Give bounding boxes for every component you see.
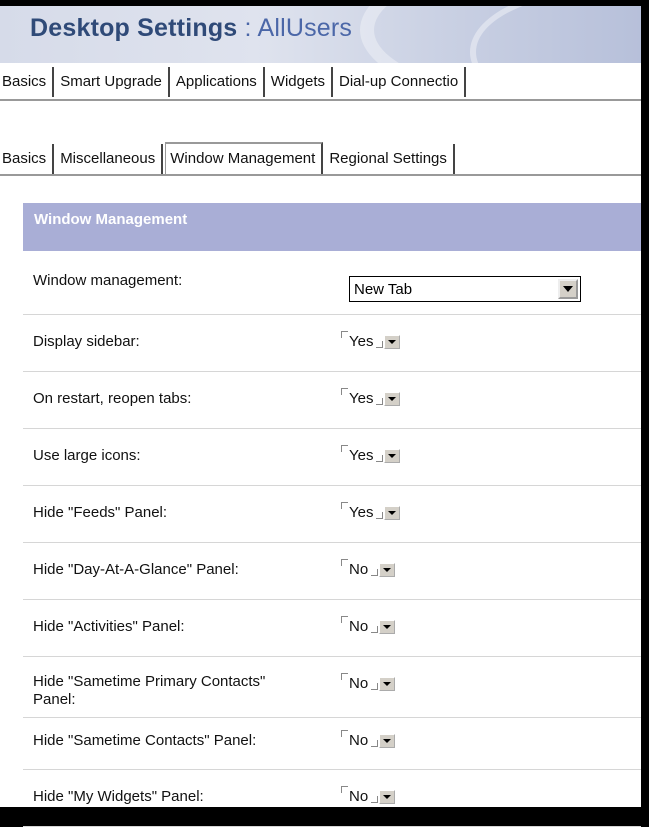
chevron-down-icon[interactable] (379, 677, 396, 692)
banner-swoosh (470, 6, 641, 63)
window-management-select[interactable]: New Tab (349, 276, 581, 302)
banner-subtitle: AllUsers (257, 14, 353, 42)
chevron-down-icon[interactable] (379, 620, 396, 635)
select-value: Yes (349, 504, 374, 521)
chevron-down-icon[interactable] (384, 449, 401, 464)
field-label: On restart, reopen tabs: (33, 390, 192, 407)
select-value: No (349, 732, 369, 749)
desktop-settings-page: Desktop Settings : AllUsers Basics Smart … (0, 0, 649, 827)
chevron-down-icon[interactable] (379, 790, 396, 805)
display-sidebar-select[interactable]: Yes (341, 331, 401, 351)
select-value: No (349, 618, 369, 635)
hide-sametime-primary-contacts-select[interactable]: No (341, 673, 396, 693)
tab-smart-upgrade[interactable]: Smart Upgrade (56, 67, 170, 97)
field-label: Hide "Sametime Contacts" Panel: (33, 732, 257, 749)
reopen-tabs-select[interactable]: Yes (341, 388, 401, 408)
hide-my-widgets-select[interactable]: No (341, 786, 396, 806)
field-label: Hide "Day-At-A-Glance" Panel: (33, 561, 239, 578)
select-value: No (349, 788, 369, 805)
field-label: Hide "Activities" Panel: (33, 618, 185, 635)
chevron-down-icon[interactable] (379, 734, 396, 749)
select-value: Yes (349, 390, 374, 407)
form-row: Hide "Feeds" Panel: Yes (23, 486, 641, 543)
primary-tab-bar: Basics Smart Upgrade Applications Widgets Di… (0, 67, 641, 101)
select-value: Yes (349, 333, 374, 350)
hide-day-at-a-glance-select[interactable]: No (341, 559, 396, 579)
settings-form: Window management: New Tab Display sideb… (23, 258, 641, 827)
tab-dialup-connection[interactable]: Dial-up Connectio (335, 67, 467, 97)
banner-title: Desktop Settings (30, 14, 238, 42)
tab-widgets[interactable]: Widgets (267, 67, 333, 97)
field-label: Use large icons: (33, 447, 141, 464)
form-row: On restart, reopen tabs: Yes (23, 372, 641, 429)
field-label: Hide "My Widgets" Panel: (33, 788, 204, 805)
form-row: Hide "Sametime Contacts" Panel: No (23, 718, 641, 770)
form-row: Window management: New Tab (23, 258, 641, 315)
tab-basics[interactable]: Basics (0, 67, 55, 97)
select-value: No (349, 675, 369, 692)
field-label: Hide "Sametime Primary Contacts" Panel: (33, 673, 266, 708)
banner-separator: : (237, 14, 258, 42)
form-row: Hide "Day-At-A-Glance" Panel: No (23, 543, 641, 600)
form-row: Display sidebar: Yes (23, 315, 641, 372)
form-row: Hide "My Widgets" Panel: No (23, 770, 641, 827)
hide-sametime-contacts-select[interactable]: No (341, 730, 396, 750)
select-value: New Tab (354, 281, 413, 298)
select-value: Yes (349, 447, 374, 464)
subtab-miscellaneous[interactable]: Miscellaneous (56, 144, 164, 174)
chevron-down-icon[interactable] (379, 563, 396, 578)
chevron-down-icon[interactable] (384, 335, 401, 350)
large-icons-select[interactable]: Yes (341, 445, 401, 465)
field-label: Hide "Feeds" Panel: (33, 504, 168, 521)
right-edge (641, 0, 649, 807)
tab-applications[interactable]: Applications (172, 67, 265, 97)
select-value: No (349, 561, 369, 578)
section-header: Window Management (23, 203, 641, 251)
form-row: Use large icons: Yes (23, 429, 641, 486)
chevron-down-icon[interactable] (558, 279, 578, 299)
banner: Desktop Settings : AllUsers (0, 6, 641, 63)
form-row: Hide "Sametime Primary Contacts" Panel: … (23, 657, 641, 718)
hide-feeds-select[interactable]: Yes (341, 502, 401, 522)
subtab-regional-settings[interactable]: Regional Settings (325, 144, 455, 174)
chevron-down-icon[interactable] (384, 506, 401, 521)
field-label: Display sidebar: (33, 333, 140, 350)
page-title: Desktop Settings : AllUsers (30, 14, 352, 43)
field-label: Window management: (33, 272, 183, 289)
hide-activities-select[interactable]: No (341, 616, 396, 636)
form-row: Hide "Activities" Panel: No (23, 600, 641, 657)
secondary-tab-bar: Basics Miscellaneous Window Management Regi… (0, 142, 641, 176)
subtab-basics[interactable]: Basics (0, 144, 55, 174)
subtab-window-management[interactable]: Window Management (165, 142, 324, 174)
chevron-down-icon[interactable] (384, 392, 401, 407)
